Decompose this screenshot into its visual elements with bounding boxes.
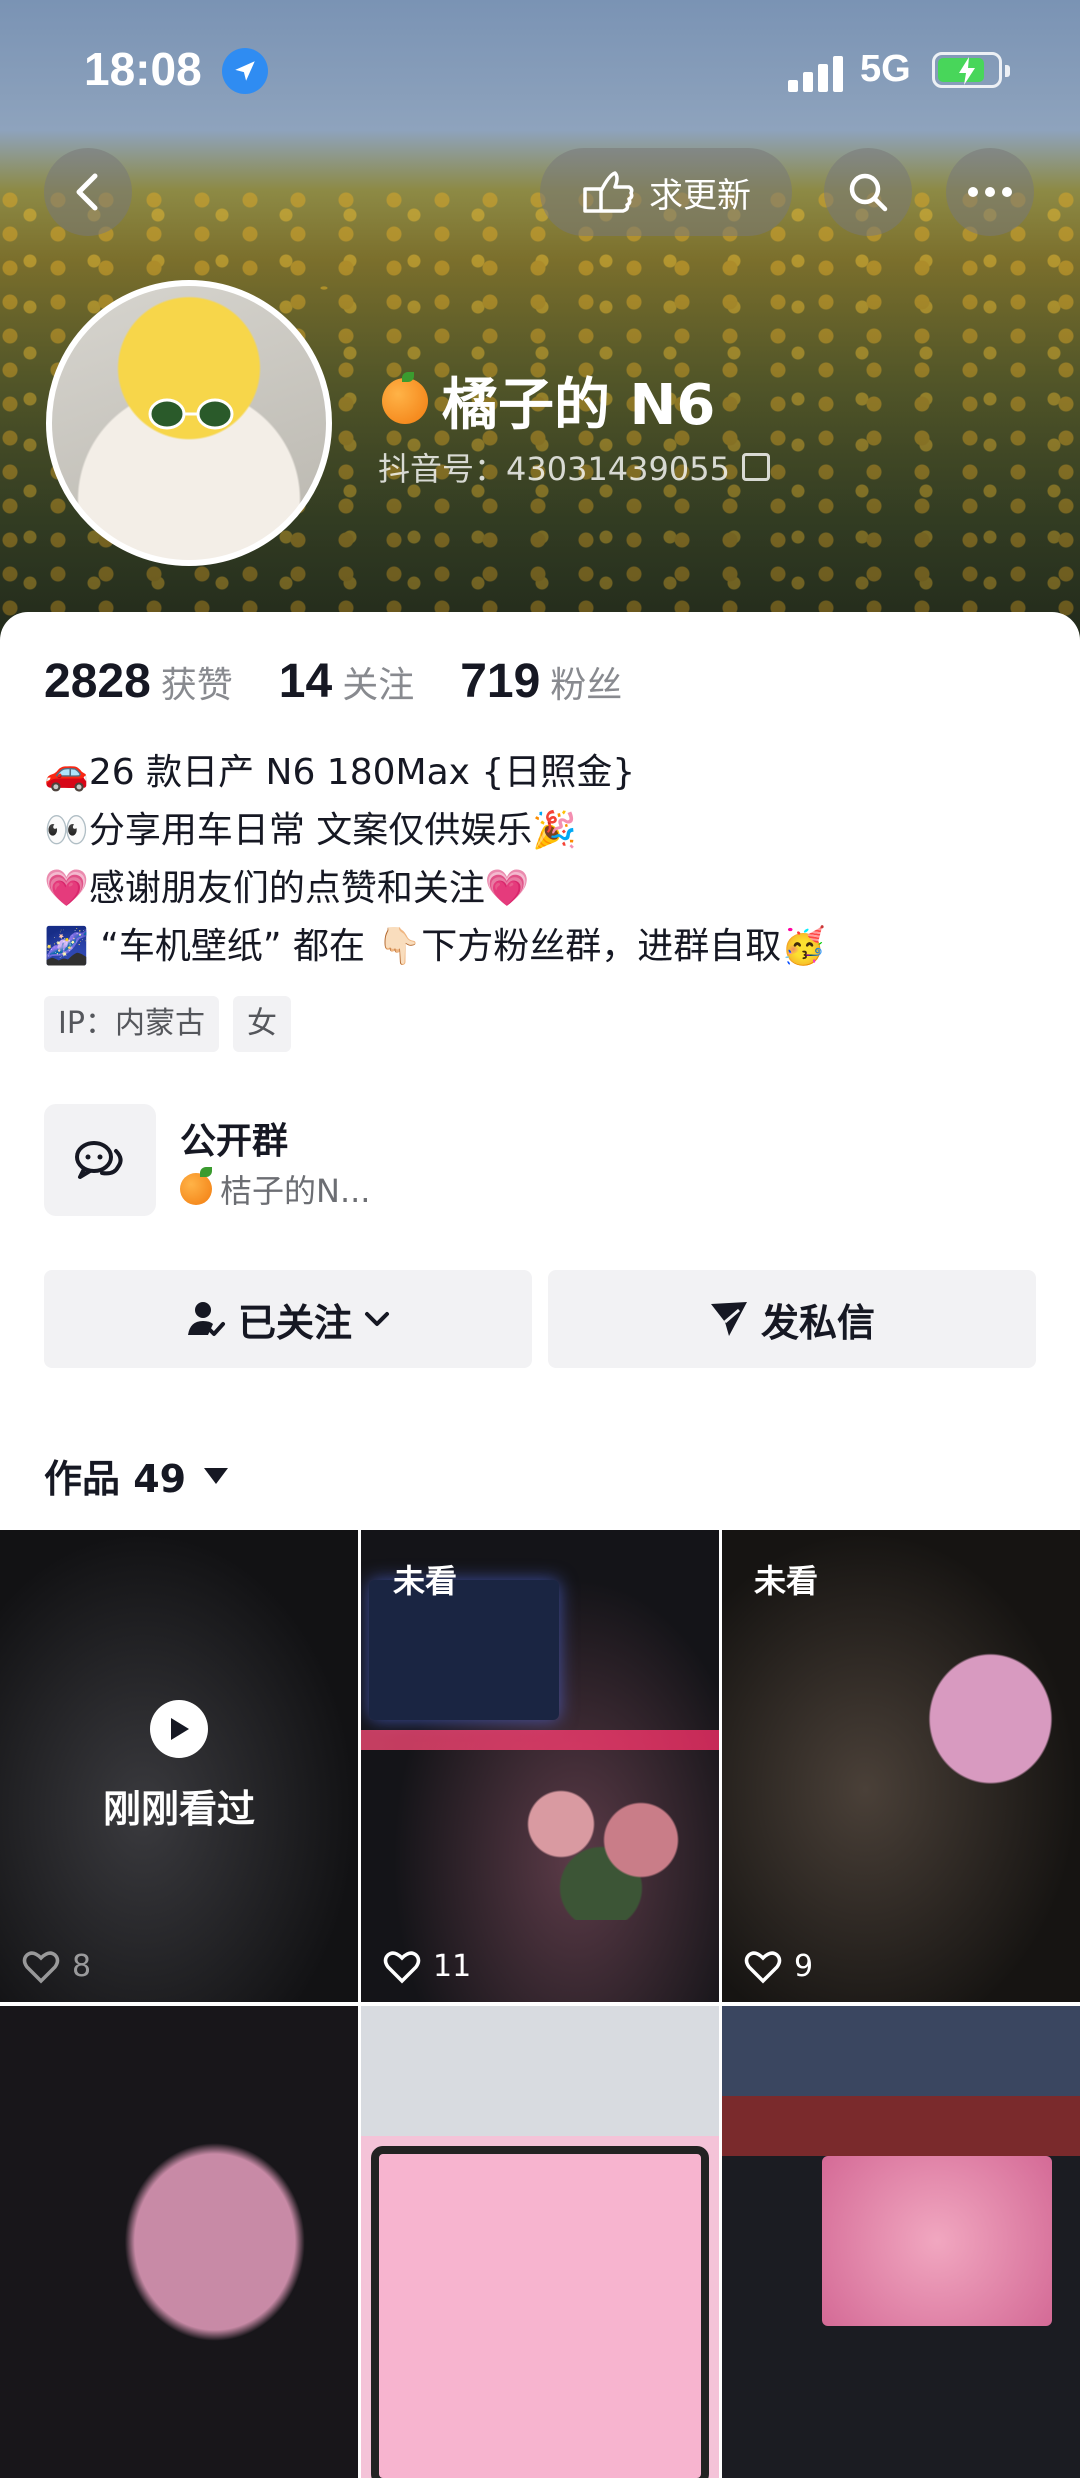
- group-subtitle: 桔子的N...: [180, 1166, 370, 1212]
- more-button[interactable]: [946, 148, 1034, 236]
- heart-icon: [383, 1950, 421, 1983]
- message-label: 发私信: [760, 1300, 875, 1345]
- bio-line: 🚗26 款日产 N6 180Max {日照金}: [44, 752, 636, 793]
- nickname: 橘子的 N6: [382, 360, 715, 441]
- location-icon: [222, 48, 268, 94]
- video-tile[interactable]: [722, 2006, 1080, 2478]
- back-button[interactable]: [44, 148, 132, 236]
- stat-likes[interactable]: 2828 获赞: [44, 654, 233, 709]
- stat-label: 关注: [342, 665, 415, 706]
- stat-followers[interactable]: 719 粉丝: [460, 654, 622, 709]
- following-label: 已关注: [237, 1300, 352, 1345]
- heart-icon: [744, 1950, 782, 1983]
- user-check-icon: [187, 1302, 225, 1336]
- profile-tags: IP：内蒙古 女: [44, 996, 305, 1052]
- signal-icon: [788, 56, 843, 92]
- works-tab[interactable]: 作品 49: [44, 1448, 229, 1503]
- video-tile[interactable]: 未看 9: [722, 1530, 1080, 2002]
- stats-row: 2828 获赞 14 关注 719 粉丝: [44, 654, 668, 709]
- video-tile[interactable]: 刚刚看过 8: [0, 1530, 358, 2002]
- unseen-badge: 未看: [393, 1562, 458, 1600]
- back-icon: [76, 173, 98, 211]
- message-button[interactable]: 发私信: [548, 1270, 1036, 1368]
- heart-icon: [22, 1950, 60, 1983]
- profile-card: 2828 获赞 14 关注 719 粉丝 🚗26 款日产 N6 180Max {…: [0, 612, 1080, 2478]
- search-button[interactable]: [824, 148, 912, 236]
- request-update-label: 求更新: [649, 175, 751, 216]
- video-tile[interactable]: 未看 11: [361, 1530, 719, 2002]
- public-group[interactable]: 公开群 桔子的N...: [44, 1104, 644, 1216]
- stat-label: 粉丝: [550, 665, 623, 706]
- like-count: 11: [383, 1949, 471, 1984]
- bio-line: 👀分享用车日常 文案仅供娱乐🎉: [44, 810, 578, 851]
- status-time: 18:08: [84, 43, 202, 95]
- stat-label: 获赞: [160, 665, 233, 706]
- orange-icon: [382, 371, 428, 424]
- douyin-id-text: 抖音号：43031439055: [378, 450, 730, 488]
- network-label: 5G: [860, 48, 911, 90]
- bio: 🚗26 款日产 N6 180Max {日照金} 👀分享用车日常 文案仅供娱乐🎉 …: [44, 744, 826, 976]
- hand-point-icon: [583, 171, 634, 213]
- video-tile[interactable]: [361, 2006, 719, 2478]
- caret-down-icon: [204, 1467, 229, 1484]
- avatar[interactable]: [46, 280, 332, 566]
- group-title: 公开群: [180, 1121, 289, 1162]
- works-label: 作品 49: [44, 1457, 187, 1501]
- bio-line: 🌌 “车机壁纸” 都在 👇🏻下方粉丝群，进群自取🥳: [44, 926, 827, 967]
- like-count: 9: [744, 1949, 813, 1984]
- send-icon: [710, 1302, 747, 1336]
- following-button[interactable]: 已关注: [44, 1270, 532, 1368]
- request-update-button[interactable]: 求更新: [540, 148, 792, 236]
- douyin-id[interactable]: 抖音号：43031439055: [378, 444, 770, 490]
- like-count: 8: [22, 1949, 91, 1984]
- stat-value: 2828: [44, 655, 151, 708]
- copy-icon[interactable]: [741, 453, 770, 481]
- sunglasses-graphic: [148, 398, 234, 430]
- battery-icon: [932, 52, 1010, 88]
- chevron-down-icon: [365, 1312, 389, 1326]
- like-count-text: 8: [72, 1949, 92, 1984]
- like-count-text: 9: [794, 1949, 814, 1984]
- just-watched-text: 刚刚看过: [102, 1787, 255, 1831]
- just-watched-overlay: 刚刚看过: [0, 1700, 358, 1833]
- stat-value: 14: [278, 655, 333, 708]
- like-count-text: 11: [433, 1949, 472, 1984]
- play-icon: [150, 1700, 208, 1758]
- unseen-badge: 未看: [754, 1562, 819, 1600]
- orange-icon: [180, 1167, 212, 1205]
- stat-value: 719: [460, 655, 541, 708]
- bio-line: 💗感谢朋友们的点赞和关注💗: [44, 868, 530, 909]
- chat-bubbles-icon: [44, 1104, 156, 1216]
- nickname-text: 橘子的 N6: [442, 373, 716, 438]
- search-icon: [849, 173, 888, 212]
- ip-tag: IP：内蒙古: [44, 996, 219, 1052]
- more-icon: [968, 187, 1012, 197]
- gender-tag: 女: [232, 996, 291, 1052]
- stat-following[interactable]: 14 关注: [279, 654, 414, 709]
- status-bar: 18:08 5G: [0, 0, 1080, 140]
- group-subtitle-text: 桔子的N...: [220, 1172, 371, 1210]
- video-tile[interactable]: [0, 2006, 358, 2478]
